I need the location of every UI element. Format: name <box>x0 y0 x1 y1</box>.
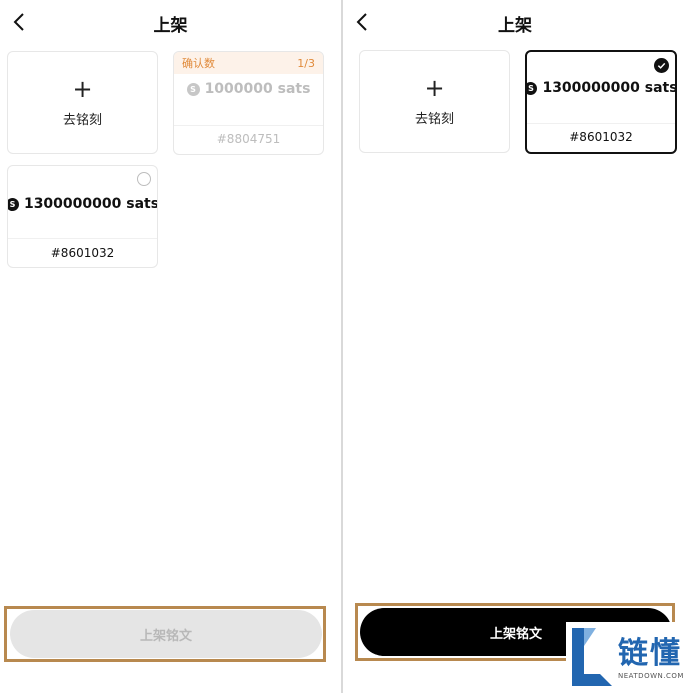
list-inscription-button[interactable]: 上架铭文 <box>10 610 322 658</box>
inscribe-label: 去铭刻 <box>414 112 454 127</box>
page-title: 上架 <box>498 16 532 36</box>
header: 上架 <box>0 0 341 44</box>
inscription-id: #8601032 <box>50 246 115 260</box>
inscription-id: #8804751 <box>216 132 281 146</box>
watermark-l-icon <box>572 628 612 686</box>
inscribe-card[interactable]: + 去铭刻 <box>7 51 158 154</box>
inscribe-card[interactable]: + 去铭刻 <box>359 50 510 153</box>
watermark-text: 链懂 <box>618 636 682 671</box>
divider <box>8 238 157 239</box>
right-panel: 上架 + 去铭刻 S 1300000000 sats #8601032 上架铭文 <box>343 0 687 693</box>
check-icon[interactable] <box>654 58 669 73</box>
plus-icon: + <box>424 74 445 102</box>
confirmations-bar: 确认数 1/3 <box>174 52 323 74</box>
amount-row: S 1300000000 sats <box>8 196 157 212</box>
select-radio[interactable] <box>137 172 151 186</box>
inscription-card[interactable]: S 1300000000 sats #8601032 <box>7 165 158 268</box>
sats-coin-icon: S <box>8 197 19 211</box>
header: 上架 <box>343 0 687 44</box>
amount-value: 1000000 sats <box>204 81 311 97</box>
divider <box>174 125 323 126</box>
plus-icon: + <box>72 75 93 103</box>
page-title: 上架 <box>153 16 188 36</box>
inscription-card[interactable]: S 1300000000 sats #8601032 <box>525 50 677 154</box>
left-panel: 上架 + 去铭刻 确认数 1/3 S 1000000 sats #8804751… <box>0 0 341 693</box>
pending-inscription-card: 确认数 1/3 S 1000000 sats #8804751 <box>173 51 324 155</box>
watermark-logo: 链懂 NEATDOWN.COM <box>566 622 687 693</box>
sats-coin-icon: S <box>527 81 538 95</box>
amount-value: 1300000000 sats <box>542 80 677 96</box>
amount-value: 1300000000 sats <box>23 196 158 212</box>
amount-row: S 1300000000 sats <box>527 80 675 96</box>
confirm-count: 1/3 <box>297 56 315 70</box>
inscription-id: #8601032 <box>569 130 633 144</box>
watermark-subtext: NEATDOWN.COM <box>618 672 684 680</box>
divider <box>527 123 675 124</box>
sats-coin-icon: S <box>186 82 200 96</box>
confirm-label: 确认数 <box>182 57 215 70</box>
inscribe-label: 去铭刻 <box>62 113 102 128</box>
amount-row: S 1000000 sats <box>174 81 323 97</box>
